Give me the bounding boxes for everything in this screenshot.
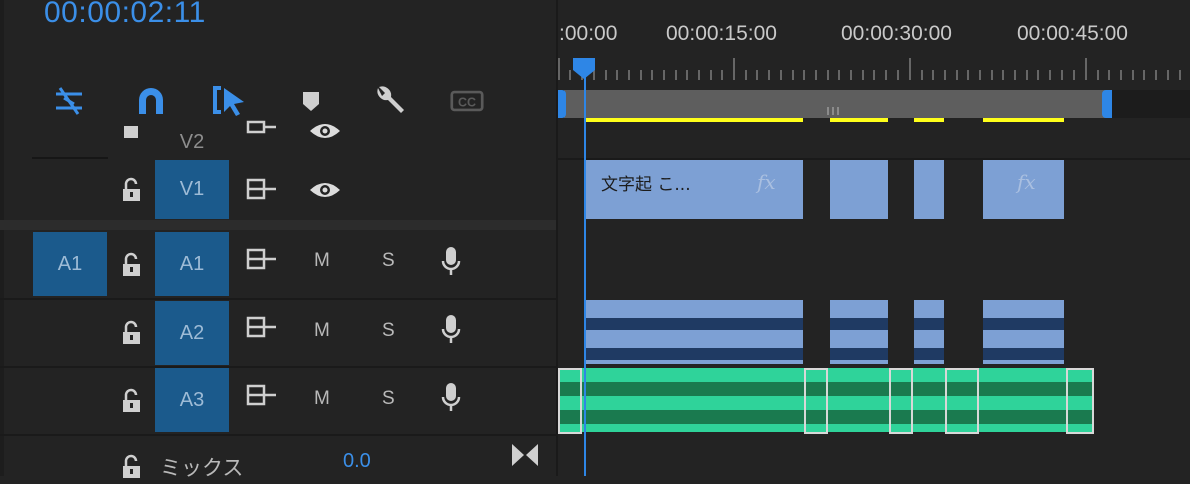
- track-target-v1[interactable]: V1: [155, 160, 229, 219]
- cc-icon[interactable]: CC: [450, 84, 484, 118]
- track-a2: A2 M S: [0, 300, 556, 366]
- clip-title: 文字起 こ...: [601, 175, 691, 195]
- video-clip[interactable]: [914, 160, 944, 219]
- solo-button[interactable]: S: [382, 320, 395, 342]
- video-clip[interactable]: 文字起 こ... fx: [585, 160, 803, 219]
- render-bar: [914, 118, 944, 122]
- video-clip[interactable]: fx: [983, 160, 1064, 219]
- playhead-handle[interactable]: [571, 56, 597, 80]
- eye-icon[interactable]: [308, 120, 342, 142]
- ruler-label: 00:00:45:00: [1017, 22, 1128, 45]
- transition[interactable]: [804, 368, 828, 434]
- divider: [556, 158, 1190, 160]
- waveform: [585, 318, 803, 330]
- waveform: [983, 318, 1064, 330]
- track-target-a1[interactable]: A1: [155, 232, 229, 296]
- lock-open-icon[interactable]: [121, 388, 143, 412]
- microphone-icon[interactable]: [440, 382, 462, 414]
- eye-icon[interactable]: [308, 179, 342, 201]
- render-bar: [983, 118, 1064, 122]
- waveform: [830, 348, 888, 360]
- ruler-label: 00:00:15:00: [666, 22, 777, 45]
- track-mix: ミックス 0.0: [0, 436, 556, 480]
- ruler-label: 00:00:30:00: [841, 22, 952, 45]
- zoom-handle-right[interactable]: [1102, 90, 1112, 118]
- lock-icon[interactable]: [121, 120, 143, 144]
- source-patch-a1[interactable]: A1: [33, 232, 107, 296]
- waveform: [914, 318, 944, 330]
- transition[interactable]: [558, 368, 582, 434]
- grip-icon: [826, 100, 840, 115]
- ripple-snap-icon[interactable]: [52, 84, 86, 118]
- audio-clip[interactable]: [585, 300, 803, 364]
- sync-lock-icon[interactable]: [244, 384, 280, 410]
- track-a3: A3 M S: [0, 368, 556, 434]
- transition[interactable]: [1066, 368, 1094, 434]
- audio-clip[interactable]: [914, 300, 944, 364]
- transition[interactable]: [945, 368, 979, 434]
- svg-text:CC: CC: [458, 95, 476, 109]
- fx-badge: fx: [757, 170, 776, 194]
- lock-open-icon[interactable]: [121, 320, 143, 344]
- divider: [32, 157, 108, 159]
- magnet-icon[interactable]: [134, 84, 168, 118]
- ruler-label: :00:00: [559, 22, 618, 45]
- track-target-a2[interactable]: A2: [155, 301, 229, 365]
- marker-icon[interactable]: [294, 84, 328, 118]
- waveform: [585, 348, 803, 360]
- lock-open-icon[interactable]: [121, 177, 143, 201]
- wrench-icon[interactable]: [372, 84, 406, 118]
- waveform: [983, 348, 1064, 360]
- transition[interactable]: [889, 368, 913, 434]
- mix-volume-value[interactable]: 0.0: [343, 450, 371, 473]
- track-v1: V1: [0, 160, 556, 220]
- linked-selection-icon[interactable]: [212, 84, 246, 118]
- time-ruler[interactable]: [556, 56, 1190, 82]
- lock-open-icon[interactable]: [121, 454, 143, 478]
- audio-clip[interactable]: [983, 300, 1064, 364]
- render-bar: [585, 118, 803, 122]
- fit-timeline-icon[interactable]: [510, 442, 540, 468]
- sync-lock-icon[interactable]: [244, 178, 280, 204]
- playhead-timecode[interactable]: 00:00:02:11: [44, 0, 206, 30]
- solo-button[interactable]: S: [382, 250, 395, 272]
- render-bar: [830, 118, 888, 122]
- mute-button[interactable]: M: [314, 320, 330, 342]
- microphone-icon[interactable]: [440, 314, 462, 346]
- microphone-icon[interactable]: [440, 246, 462, 278]
- video-clip[interactable]: [830, 160, 888, 219]
- track-label-v2[interactable]: V2: [155, 124, 229, 160]
- sync-lock-icon[interactable]: [244, 248, 280, 274]
- track-v2: V2: [0, 120, 556, 160]
- sync-lock-icon[interactable]: [244, 120, 280, 146]
- fx-badge: fx: [1017, 170, 1036, 194]
- waveform: [830, 318, 888, 330]
- timeline-area[interactable]: :00:00 00:00:15:00 00:00:30:00 00:00:45:…: [556, 0, 1190, 476]
- zoom-scrollbar[interactable]: [564, 90, 1108, 118]
- track-a1: A1 A1 M S: [0, 230, 556, 298]
- zoom-handle-left[interactable]: [558, 90, 566, 118]
- sync-lock-icon[interactable]: [244, 316, 280, 342]
- mute-button[interactable]: M: [314, 388, 330, 410]
- track-target-a3[interactable]: A3: [155, 368, 229, 432]
- mute-button[interactable]: M: [314, 250, 330, 272]
- solo-button[interactable]: S: [382, 388, 395, 410]
- lock-open-icon[interactable]: [121, 252, 143, 276]
- playhead-line[interactable]: [584, 68, 586, 476]
- audio-clip[interactable]: [830, 300, 888, 364]
- mix-track-label: ミックス: [160, 456, 244, 480]
- waveform: [914, 348, 944, 360]
